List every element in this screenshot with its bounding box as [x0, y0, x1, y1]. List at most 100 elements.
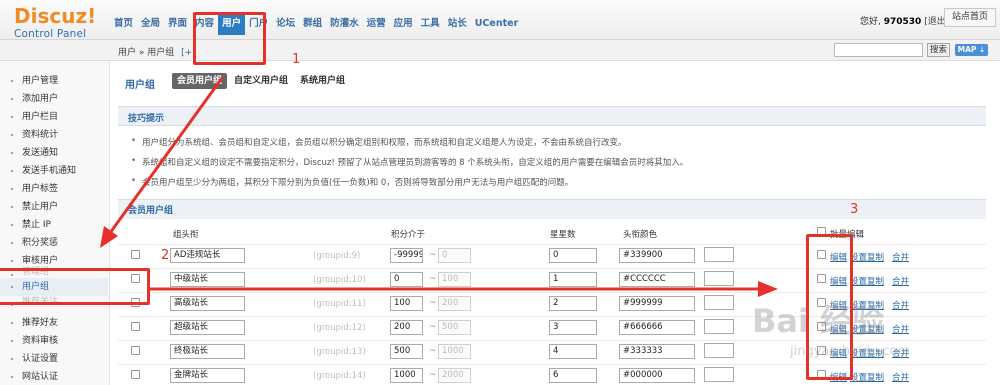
color-input[interactable]: #CCCCCC [619, 272, 695, 287]
logo-subtitle: Control Panel [14, 28, 87, 40]
stars-input[interactable]: 1 [549, 272, 597, 287]
stars-input[interactable]: 4 [549, 344, 597, 359]
color-swatch[interactable] [704, 295, 734, 310]
color-input[interactable]: #333333 [619, 344, 695, 359]
credits-to-input[interactable]: 100 [438, 272, 471, 287]
tip-item: 会员用户组至少分为两组，其积分下限分别为负值(任一负数)和 0，否则将导致部分用… [131, 176, 573, 188]
credits-to-input[interactable]: 1000 [438, 344, 471, 359]
stars-input[interactable]: 3 [549, 320, 597, 335]
nav-item-home[interactable]: 首页 [110, 13, 137, 35]
watermark: Bai 经验 [752, 302, 885, 340]
nav-item-founder[interactable]: 站长 [444, 13, 471, 35]
credits-from-input[interactable]: 0 [390, 272, 423, 287]
stars-input[interactable]: 0 [549, 248, 597, 263]
admin-window: Discuz! Control Panel 首页 全局 界面 内容 用户 门户 … [0, 0, 1000, 385]
sidebar-item-profile-fields[interactable]: 用户栏目 [0, 108, 108, 126]
sidebar-item-recommend-friend[interactable]: 推荐好友 [0, 314, 108, 332]
nav-item-group[interactable]: 群组 [299, 13, 326, 35]
sidebar-item-ban-user[interactable]: 禁止用户 [0, 198, 108, 216]
nav-item-antispam[interactable]: 防灌水 [326, 13, 363, 35]
nav-item-ucenter[interactable]: UCenter [471, 13, 523, 35]
credits-from-input[interactable]: 200 [390, 320, 423, 335]
sidebar-item-send-sms[interactable]: 发送手机通知 [0, 162, 108, 180]
username: 970530 [883, 17, 922, 27]
sidebar-item-profile-stats[interactable]: 资料统计 [0, 126, 108, 144]
group-id: (groupid:12) [313, 323, 366, 333]
credits-to-input[interactable]: 0 [438, 248, 471, 263]
user-info: 您好, 970530 [退出] [860, 14, 949, 27]
tab-system-groups[interactable]: 系统用户组 [295, 73, 350, 89]
color-swatch[interactable] [704, 319, 734, 334]
row-checkbox[interactable] [131, 370, 140, 379]
sidebar-item-site-verify[interactable]: 网站认证 [0, 368, 108, 385]
stars-input[interactable]: 6 [549, 368, 597, 383]
tip-item: 系统组和自定义组的设定不需要指定积分，Discuz! 预留了从站点管理员到游客等… [131, 156, 688, 168]
nav-item-style[interactable]: 界面 [164, 13, 191, 35]
nav-item-tools[interactable]: 工具 [417, 13, 444, 35]
group-title-input[interactable]: 超级站长 [170, 320, 245, 335]
merge-link[interactable]: 合并 [892, 371, 909, 383]
search-input[interactable] [834, 43, 923, 57]
tab-custom-groups[interactable]: 自定义用户组 [229, 73, 293, 89]
sidebar-item-credits[interactable]: 积分奖惩 [0, 234, 108, 252]
group-title-input[interactable]: 高级站长 [170, 296, 245, 311]
nav-item-forum[interactable]: 论坛 [272, 13, 299, 35]
credits-to-input[interactable]: 200 [438, 296, 471, 311]
color-input[interactable]: #339900 [619, 248, 695, 263]
group-title-input[interactable]: 中级站长 [170, 272, 245, 287]
merge-link[interactable]: 合并 [892, 323, 909, 335]
annotation-box-2 [0, 268, 150, 305]
merge-link[interactable]: 合并 [892, 251, 909, 263]
sidebar-item-add-user[interactable]: 添加用户 [0, 90, 108, 108]
page-title: 用户组 [125, 80, 155, 91]
color-input[interactable]: #999999 [619, 296, 695, 311]
row-checkbox[interactable] [131, 250, 140, 259]
group-title-input[interactable]: AD违规站长 [170, 248, 245, 263]
credits-from-input[interactable]: 500 [390, 344, 423, 359]
nav-item-operation[interactable]: 运营 [363, 13, 390, 35]
annotation-label-1: 1 [292, 52, 301, 67]
color-swatch[interactable] [704, 367, 734, 382]
copy-settings-link[interactable]: 设置复制 [850, 371, 884, 383]
row-checkbox[interactable] [131, 322, 140, 331]
sidebar-item-profile-review[interactable]: 资料审核 [0, 332, 108, 350]
top-nav: 首页 全局 界面 内容 用户 门户 论坛 群组 防灌水 运营 应用 工具 站长 … [110, 13, 522, 35]
color-input[interactable]: #000000 [619, 368, 695, 383]
group-title-input[interactable]: 终极站长 [170, 344, 245, 359]
group-id: (groupid:13) [313, 347, 366, 357]
merge-link[interactable]: 合并 [892, 299, 909, 311]
merge-link[interactable]: 合并 [892, 275, 909, 287]
nav-item-global[interactable]: 全局 [137, 13, 164, 35]
credits-from-input[interactable]: 100 [390, 296, 423, 311]
site-home-button[interactable]: 站点首页 [944, 8, 996, 27]
tip-item: 用户组分为系统组、会员组和自定义组，会员组以积分确定组别和权限，而系统组和自定义… [131, 136, 627, 148]
color-swatch[interactable] [704, 247, 734, 262]
credits-from-input[interactable]: -99999 [390, 248, 423, 263]
section-title: 会员用户组 [128, 206, 174, 216]
credits-to-input[interactable]: 2000 [438, 368, 471, 383]
search-button[interactable]: 搜索 [927, 43, 950, 57]
range-separator: ~ [429, 370, 437, 380]
copy-settings-link[interactable]: 设置复制 [850, 275, 884, 287]
stars-input[interactable]: 2 [549, 296, 597, 311]
credits-from-input[interactable]: 1000 [390, 368, 423, 383]
color-input[interactable]: #666666 [619, 320, 695, 335]
nav-item-app[interactable]: 应用 [390, 13, 417, 35]
row-checkbox[interactable] [131, 346, 140, 355]
group-id: (groupid:14) [313, 371, 366, 381]
color-swatch[interactable] [704, 343, 734, 358]
breadcrumb-bar: 用户 » 用户组 [+] 搜索 MAP ⇣ [0, 40, 1000, 61]
range-separator: ~ [429, 250, 437, 260]
sidebar-item-user-manage[interactable]: 用户管理 [0, 72, 108, 90]
sidebar-item-verify-settings[interactable]: 认证设置 [0, 350, 108, 368]
sidebar-item-send-notice[interactable]: 发送通知 [0, 144, 108, 162]
map-button[interactable]: MAP ⇣ [955, 44, 988, 56]
group-title-input[interactable]: 金牌站长 [170, 368, 245, 383]
sidebar-item-user-tags[interactable]: 用户标签 [0, 180, 108, 198]
color-swatch[interactable] [704, 271, 734, 286]
tab-member-groups[interactable]: 会员用户组 [172, 73, 228, 89]
credits-to-input[interactable]: 500 [438, 320, 471, 335]
table-row: AD违规站长 (groupid:9) -99999 ~0 0 #339900 编辑 设置复制合… [118, 244, 986, 266]
sidebar-item-ban-ip[interactable]: 禁止 IP [0, 216, 108, 234]
copy-settings-link[interactable]: 设置复制 [850, 251, 884, 263]
